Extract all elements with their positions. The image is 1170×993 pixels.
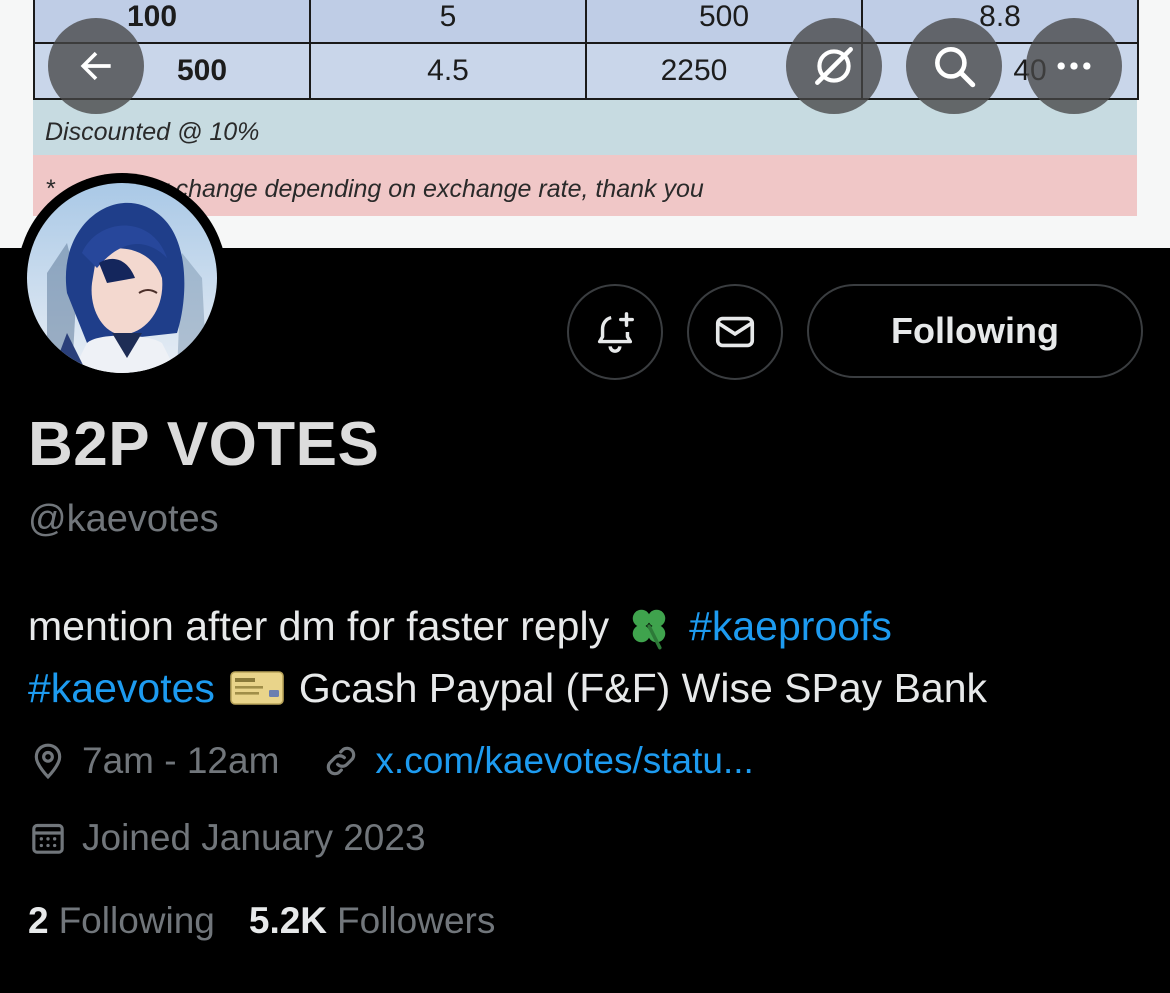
- avatar-image: [27, 183, 217, 373]
- joined-row: Joined January 2023: [28, 817, 426, 859]
- location-pin-icon: [34, 743, 62, 780]
- envelope-icon: [715, 316, 755, 348]
- followers-label: Followers: [337, 900, 496, 941]
- website-link[interactable]: x.com/kaevotes/statu...: [375, 740, 753, 782]
- table-cell: 4.5: [309, 42, 587, 100]
- profile-meta-row: 7am - 12am x.com/kaevotes/statu...: [28, 740, 754, 782]
- grok-icon: [815, 47, 853, 85]
- grok-button[interactable]: [786, 18, 882, 114]
- bio-line-1: mention after dm for faster reply #kaepr…: [28, 595, 1148, 657]
- followers-stat[interactable]: 5.2K Followers: [249, 900, 495, 942]
- display-name: B2P VOTES: [28, 410, 380, 479]
- joined-text: Joined January 2023: [82, 817, 426, 858]
- bio-line-2: #kaevotes Gcash Paypal (F&F) Wise SPay B…: [28, 657, 1148, 719]
- calendar-icon: [32, 823, 64, 854]
- more-horizontal-icon: [1057, 62, 1091, 70]
- bell-plus-icon: [597, 312, 634, 353]
- credit-card-icon: [229, 668, 285, 708]
- bio-text: mention after dm for faster reply: [28, 603, 610, 649]
- arrow-left-icon: [80, 51, 111, 81]
- search-button[interactable]: [906, 18, 1002, 114]
- follow-stats: 2 Following 5.2K Followers: [28, 900, 529, 942]
- location: 7am - 12am: [28, 740, 279, 782]
- search-icon: [935, 47, 976, 88]
- table-cell: 5: [309, 0, 587, 44]
- following-stat[interactable]: 2 Following: [28, 900, 215, 942]
- following-label: Following: [58, 900, 215, 941]
- hashtag-link[interactable]: #kaevotes: [28, 657, 215, 719]
- following-button[interactable]: Following: [807, 284, 1143, 378]
- website[interactable]: x.com/kaevotes/statu...: [321, 740, 754, 782]
- back-button[interactable]: [48, 18, 144, 114]
- bio: mention after dm for faster reply #kaepr…: [28, 595, 1148, 719]
- message-button[interactable]: [687, 284, 783, 380]
- notifications-button[interactable]: [567, 284, 663, 380]
- bio-text: Gcash Paypal (F&F) Wise SPay Bank: [298, 665, 988, 711]
- more-button[interactable]: [1026, 18, 1122, 114]
- location-text: 7am - 12am: [82, 740, 280, 781]
- following-count: 2: [28, 900, 49, 941]
- avatar[interactable]: [17, 173, 227, 383]
- handle: @kaevotes: [28, 498, 219, 540]
- followers-count: 5.2K: [248, 900, 328, 941]
- joined: Joined January 2023: [28, 817, 426, 859]
- link-icon: [327, 746, 356, 776]
- four-leaf-clover-icon: [623, 600, 675, 652]
- hashtag-link[interactable]: #kaeproofs: [689, 595, 892, 657]
